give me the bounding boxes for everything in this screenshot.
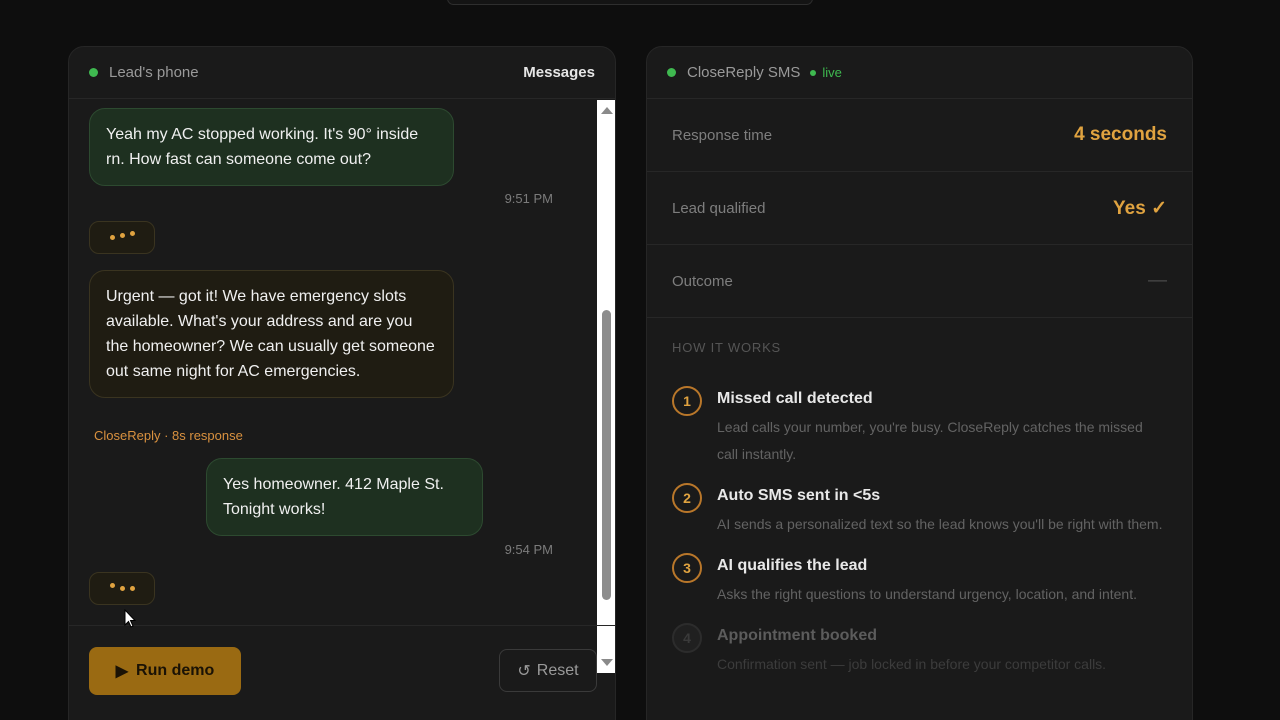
- closereply-title: CloseReply SMS: [687, 64, 801, 81]
- step-item: 4 Appointment booked Confirmation sent —…: [647, 623, 1192, 678]
- status-dot-icon: [89, 68, 98, 77]
- reset-icon: ↺: [517, 662, 531, 680]
- chat-scrollbar[interactable]: [597, 100, 615, 673]
- stat-label: Lead qualified: [672, 199, 766, 217]
- step-title: Auto SMS sent in <5s: [717, 487, 881, 504]
- step-number-badge: 2: [672, 483, 702, 513]
- chat-thread[interactable]: Yeah my AC stopped working. It's 90° ins…: [69, 100, 597, 673]
- stat-label: Outcome: [672, 272, 733, 290]
- messages-label: Messages: [523, 64, 595, 81]
- stat-value: —: [1148, 270, 1167, 291]
- step-item: 2 Auto SMS sent in <5s AI sends a person…: [647, 483, 1192, 538]
- typing-dot-icon: [119, 232, 125, 238]
- typing-dot-icon: [129, 231, 135, 236]
- stat-value: 4 seconds: [1074, 124, 1167, 145]
- status-dot-icon: [667, 68, 676, 77]
- step-item: 1 Missed call detected Lead calls your n…: [647, 386, 1192, 468]
- typing-dot-icon: [119, 586, 125, 591]
- step-title: Appointment booked: [717, 627, 877, 644]
- typing-dot-icon: [109, 583, 115, 588]
- step-description: Lead calls your number, you're busy. Clo…: [717, 419, 1143, 462]
- lead-phone-title: Lead's phone: [109, 64, 199, 81]
- typing-dot-icon: [109, 235, 115, 240]
- play-icon: ▶: [115, 663, 129, 680]
- how-it-works-heading: HOW IT WORKS: [672, 340, 782, 355]
- lead-phone-panel: Lead's phone Messages Yeah my AC stopped…: [68, 46, 616, 720]
- step-number-badge: 3: [672, 553, 702, 583]
- step-title: AI qualifies the lead: [717, 557, 868, 574]
- message-timestamp: 9:54 PM: [504, 542, 553, 557]
- ai-response-meta: CloseReply · 8s response: [94, 428, 243, 443]
- closereply-header: CloseReply SMS live: [647, 47, 1192, 99]
- demo-controls: ▶ Run demo ↺ Reset: [69, 625, 615, 720]
- typing-dot-icon: [129, 586, 135, 591]
- scrollbar-thumb[interactable]: [602, 310, 611, 600]
- message-timestamp: 9:51 PM: [504, 191, 553, 206]
- stat-lead-qualified: Lead qualified Yes ✓: [647, 172, 1192, 245]
- step-description: Confirmation sent — job locked in before…: [717, 656, 1107, 672]
- step-description: Asks the right questions to understand u…: [717, 586, 1137, 602]
- reset-label: Reset: [536, 661, 579, 679]
- mouse-cursor-icon: [124, 609, 136, 628]
- live-status-badge: live: [822, 65, 842, 80]
- stat-response-time: Response time 4 seconds: [647, 99, 1192, 172]
- run-demo-button[interactable]: ▶ Run demo: [89, 647, 241, 695]
- stat-outcome: Outcome —: [647, 245, 1192, 318]
- stat-value: Yes ✓: [1113, 197, 1167, 219]
- closereply-panel: CloseReply SMS live Response time 4 seco…: [646, 46, 1193, 720]
- step-number-badge: 4: [672, 623, 702, 653]
- lead-message-bubble: Yeah my AC stopped working. It's 90° ins…: [89, 108, 454, 186]
- step-title: Missed call detected: [717, 390, 873, 407]
- ai-message-bubble: Urgent — got it! We have emergency slots…: [89, 270, 454, 398]
- stat-label: Response time: [672, 126, 773, 144]
- scroll-up-arrow-icon[interactable]: [601, 107, 613, 114]
- top-control-stub: [447, 0, 813, 5]
- typing-indicator: [89, 572, 155, 605]
- reset-button[interactable]: ↺ Reset: [499, 649, 597, 692]
- typing-indicator: [89, 221, 155, 254]
- lead-phone-header: Lead's phone Messages: [69, 47, 615, 99]
- run-demo-label: Run demo: [136, 662, 215, 679]
- lead-message-bubble: Yes homeowner. 412 Maple St. Tonight wor…: [206, 458, 483, 536]
- step-description: AI sends a personalized text so the lead…: [717, 516, 1163, 532]
- step-number-badge: 1: [672, 386, 702, 416]
- live-dot-icon: [810, 69, 817, 76]
- step-item: 3 AI qualifies the lead Asks the right q…: [647, 553, 1192, 608]
